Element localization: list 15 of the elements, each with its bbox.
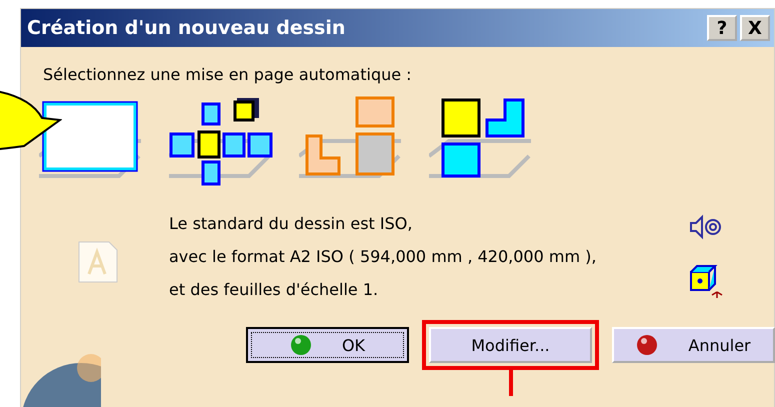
modify-button[interactable]: Modifier... (429, 327, 592, 363)
prompt-label: Sélectionnez une mise en page automatique : (43, 65, 413, 84)
close-button[interactable]: X (740, 15, 770, 41)
info-text: Le standard du dessin est ISO, (169, 214, 414, 233)
speaker-icon (689, 214, 723, 240)
window-title: Création d'un nouveau dessin (27, 17, 346, 39)
ok-button[interactable]: OK (246, 327, 409, 363)
info-text: et des feuilles d'échelle 1. (169, 280, 380, 299)
document-icon (77, 240, 119, 284)
info-text: avec le format A2 ISO ( 594,000 mm , 420,000 mm ), (169, 247, 598, 266)
cancel-button[interactable]: Annuler (612, 327, 775, 363)
cube-icon (689, 264, 723, 300)
cancel-light-icon (636, 334, 658, 356)
ok-light-icon (290, 334, 312, 356)
help-button[interactable]: ? (707, 15, 737, 41)
